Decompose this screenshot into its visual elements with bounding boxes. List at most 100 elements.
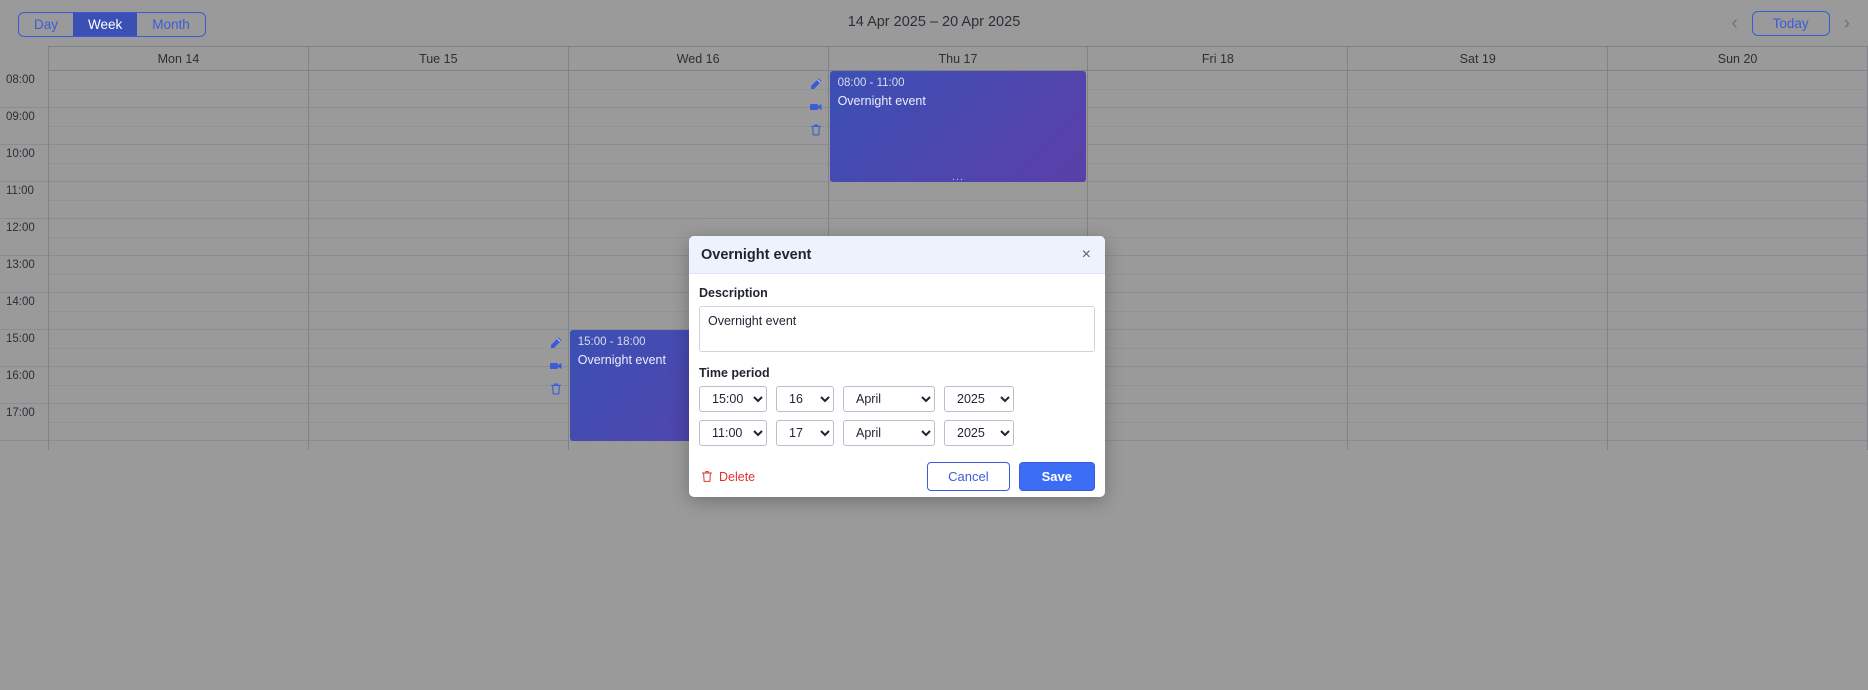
duplicate-event-icon[interactable] bbox=[549, 359, 563, 373]
time-slot[interactable] bbox=[1608, 182, 1868, 219]
navigation-controls: ‹ Today › bbox=[1727, 11, 1854, 36]
description-input[interactable] bbox=[699, 306, 1095, 352]
time-slot[interactable] bbox=[568, 108, 828, 145]
time-slot[interactable] bbox=[49, 330, 308, 367]
time-slot[interactable] bbox=[1348, 367, 1608, 404]
time-slot[interactable] bbox=[1348, 71, 1608, 108]
time-slot[interactable] bbox=[1088, 108, 1348, 145]
end-month-select[interactable]: JanuaryFebruaryMarchAprilMayJuneJulyAugu… bbox=[843, 420, 935, 446]
time-slot[interactable] bbox=[1088, 145, 1348, 182]
time-slot[interactable] bbox=[308, 145, 568, 182]
day-header-5: Sat 19 bbox=[1347, 46, 1608, 71]
time-slot[interactable] bbox=[308, 404, 568, 441]
edit-event-icon[interactable] bbox=[549, 336, 563, 350]
time-slot[interactable] bbox=[568, 71, 828, 108]
time-slot[interactable] bbox=[1348, 182, 1608, 219]
time-slot[interactable] bbox=[49, 108, 308, 145]
time-gutter-row: 12:00 bbox=[0, 219, 48, 256]
dialog-footer: Delete Cancel Save bbox=[689, 454, 1105, 491]
time-slot[interactable] bbox=[1608, 367, 1868, 404]
delete-event-icon[interactable] bbox=[809, 123, 823, 137]
today-button[interactable]: Today bbox=[1751, 11, 1830, 36]
time-label: 11:00 bbox=[6, 185, 34, 197]
time-slot[interactable] bbox=[49, 404, 308, 441]
close-icon[interactable]: × bbox=[1078, 245, 1095, 265]
time-slot[interactable] bbox=[1348, 108, 1608, 145]
calendar-event[interactable]: 08:00 - 11:00 Overnight event... bbox=[829, 71, 1087, 183]
day-column-0[interactable] bbox=[48, 71, 308, 450]
day-column-4[interactable] bbox=[1087, 71, 1348, 450]
time-slot[interactable] bbox=[1088, 330, 1348, 367]
time-slot[interactable] bbox=[1608, 145, 1868, 182]
time-slot[interactable] bbox=[49, 71, 308, 108]
start-day-select[interactable]: 14151617181920 bbox=[776, 386, 834, 412]
time-slot[interactable] bbox=[1608, 293, 1868, 330]
time-slot[interactable] bbox=[1088, 71, 1348, 108]
time-slot[interactable] bbox=[1348, 404, 1608, 441]
time-slot[interactable] bbox=[1608, 71, 1868, 108]
time-slot[interactable] bbox=[308, 71, 568, 108]
time-slot[interactable] bbox=[568, 182, 828, 219]
day-column-5[interactable] bbox=[1347, 71, 1608, 450]
time-label: 13:00 bbox=[6, 259, 35, 271]
time-slot[interactable] bbox=[1608, 404, 1868, 441]
dialog-actions: Cancel Save bbox=[927, 462, 1095, 491]
time-slot[interactable] bbox=[49, 256, 308, 293]
end-day-select[interactable]: 14151617181920 bbox=[776, 420, 834, 446]
chevron-left-icon[interactable]: ‹ bbox=[1727, 14, 1741, 33]
time-slot[interactable] bbox=[1608, 219, 1868, 256]
end-time-select[interactable]: 08:0009:0010:0011:0012:0013:0014:0015:00… bbox=[699, 420, 767, 446]
time-slot[interactable] bbox=[308, 182, 568, 219]
event-action-toolbar bbox=[545, 336, 567, 396]
time-slot[interactable] bbox=[1348, 293, 1608, 330]
time-slot[interactable] bbox=[1088, 182, 1348, 219]
time-slot[interactable] bbox=[1088, 367, 1348, 404]
day-header-3: Thu 17 bbox=[827, 46, 1088, 71]
event-resize-handle[interactable]: ... bbox=[830, 172, 1087, 183]
time-slot[interactable] bbox=[1088, 404, 1348, 441]
cancel-button[interactable]: Cancel bbox=[927, 462, 1010, 491]
time-slot[interactable] bbox=[49, 293, 308, 330]
time-slot[interactable] bbox=[49, 219, 308, 256]
time-slot[interactable] bbox=[1348, 145, 1608, 182]
time-slot[interactable] bbox=[1088, 256, 1348, 293]
start-year-select[interactable]: 202420252026 bbox=[944, 386, 1014, 412]
day-column-1[interactable] bbox=[307, 71, 568, 450]
chevron-right-icon[interactable]: › bbox=[1840, 14, 1854, 33]
time-slot[interactable] bbox=[568, 145, 828, 182]
end-year-select[interactable]: 202420252026 bbox=[944, 420, 1014, 446]
time-gutter-row: 08:00 bbox=[0, 71, 48, 108]
time-slot[interactable] bbox=[1348, 330, 1608, 367]
date-range-title: 14 Apr 2025 – 20 Apr 2025 bbox=[847, 14, 1021, 30]
toolbar: Day Week Month 14 Apr 2025 – 20 Apr 2025 ‹… bbox=[0, 0, 1868, 48]
save-button[interactable]: Save bbox=[1018, 462, 1095, 491]
time-slot[interactable] bbox=[49, 145, 308, 182]
time-slot[interactable] bbox=[308, 108, 568, 145]
edit-event-icon[interactable] bbox=[809, 77, 823, 91]
time-slot[interactable] bbox=[308, 293, 568, 330]
time-gutter-row: 09:00 bbox=[0, 108, 48, 145]
time-slot[interactable] bbox=[828, 182, 1088, 219]
time-slot[interactable] bbox=[1608, 108, 1868, 145]
day-column-6[interactable] bbox=[1607, 71, 1868, 450]
time-slot[interactable] bbox=[1608, 330, 1868, 367]
time-label: 10:00 bbox=[6, 148, 35, 160]
time-slot[interactable] bbox=[1608, 256, 1868, 293]
time-slot[interactable] bbox=[1088, 293, 1348, 330]
duplicate-event-icon[interactable] bbox=[809, 100, 823, 114]
day-header-1: Tue 15 bbox=[307, 46, 568, 71]
time-slot[interactable] bbox=[1348, 219, 1608, 256]
delete-event-icon[interactable] bbox=[549, 382, 563, 396]
time-slot[interactable] bbox=[308, 219, 568, 256]
time-slot[interactable] bbox=[308, 330, 568, 367]
time-slot[interactable] bbox=[49, 182, 308, 219]
time-slot[interactable] bbox=[308, 367, 568, 404]
start-month-select[interactable]: JanuaryFebruaryMarchAprilMayJuneJulyAugu… bbox=[843, 386, 935, 412]
delete-button[interactable]: Delete bbox=[699, 466, 757, 488]
time-slot[interactable] bbox=[1088, 219, 1348, 256]
time-slot[interactable] bbox=[49, 367, 308, 404]
start-datetime-row: 08:0009:0010:0011:0012:0013:0014:0015:00… bbox=[699, 386, 1095, 412]
time-slot[interactable] bbox=[308, 256, 568, 293]
start-time-select[interactable]: 08:0009:0010:0011:0012:0013:0014:0015:00… bbox=[699, 386, 767, 412]
time-slot[interactable] bbox=[1348, 256, 1608, 293]
